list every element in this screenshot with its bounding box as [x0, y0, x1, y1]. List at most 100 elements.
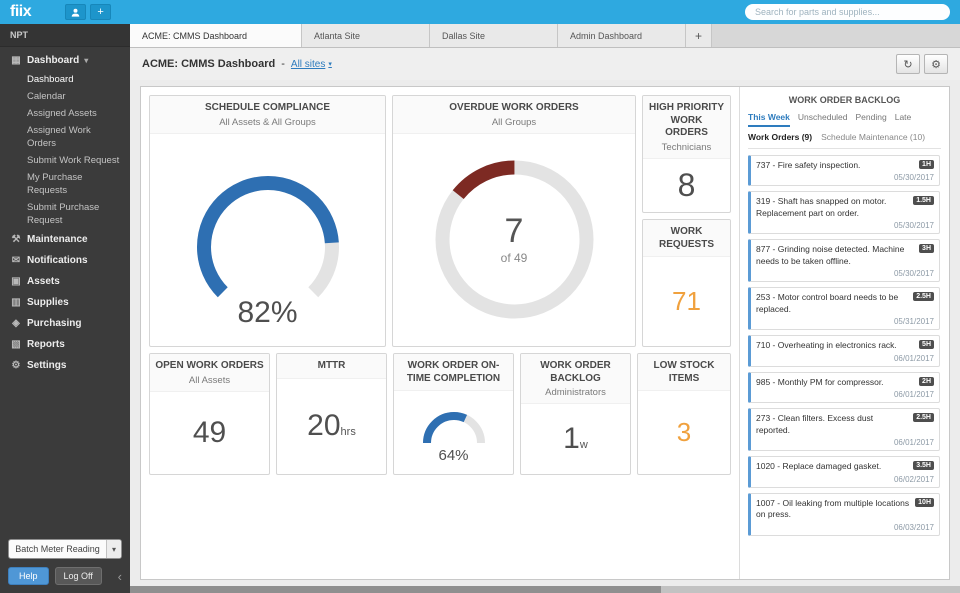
widget-high-priority-work-orders[interactable]: HIGH PRIORITY WORK ORDERS Technicians 8 — [642, 95, 731, 213]
ontime-value: 64% — [394, 447, 513, 464]
widget-work-order-backlog[interactable]: WORK ORDER BACKLOG Administrators 1w — [520, 353, 631, 475]
low-stock-value: 3 — [677, 417, 691, 448]
sidebar-item-label: Settings — [27, 360, 66, 371]
tab-admin-dashboard[interactable]: Admin Dashboard — [558, 24, 686, 47]
scrollbar-thumb[interactable] — [130, 586, 661, 593]
sidebar-subitem-assigned-work-orders[interactable]: Assigned Work Orders — [0, 122, 130, 152]
widget-header: MTTR — [277, 354, 386, 379]
work-order-item[interactable]: 1020 - Replace damaged gasket.3.5H 06/02… — [748, 456, 940, 487]
gauge-value: 82% — [150, 296, 385, 330]
sidebar-subitem-submit-work-request[interactable]: Submit Work Request — [0, 152, 130, 169]
sidebar-item-assets[interactable]: ▣ Assets — [0, 271, 130, 292]
backlog-tab-pending[interactable]: Pending — [856, 112, 887, 127]
estimated-hours-badge: 3H — [919, 244, 934, 253]
widget-subtitle: All Groups — [398, 117, 630, 128]
widget-work-requests[interactable]: WORK REQUESTS 71 — [642, 219, 731, 347]
user-icon — [71, 8, 80, 17]
dashboard-settings-button[interactable]: ⚙ — [924, 54, 948, 74]
widget-title: HIGH PRIORITY WORK ORDERS — [648, 102, 725, 140]
add-new-button[interactable]: + — [90, 4, 111, 20]
gear-icon: ⚙ — [10, 360, 22, 371]
add-tab-button[interactable]: + — [686, 24, 712, 47]
widget-overdue-work-orders[interactable]: OVERDUE WORK ORDERS All Groups 7 — [392, 95, 636, 347]
widget-schedule-compliance[interactable]: SCHEDULE COMPLIANCE All Assets & All Gro… — [149, 95, 386, 347]
sidebar-item-supplies[interactable]: ▥ Supplies — [0, 292, 130, 313]
subtab-schedule-maintenance[interactable]: Schedule Maintenance (10) — [821, 132, 925, 142]
all-sites-label: All sites — [291, 59, 325, 70]
widget-subtitle: Administrators — [526, 387, 625, 398]
sidebar-subitem-assigned-assets[interactable]: Assigned Assets — [0, 105, 130, 122]
sidebar-item-dashboard[interactable]: ▦ Dashboard ▾ — [0, 50, 130, 71]
sidebar-item-maintenance[interactable]: ⚒ Maintenance — [0, 229, 130, 250]
search-input[interactable] — [745, 4, 950, 20]
work-order-date: 06/01/2017 — [756, 354, 934, 363]
backlog-tab-late[interactable]: Late — [895, 112, 912, 127]
sidebar-subitem-submit-purchase-request[interactable]: Submit Purchase Request — [0, 199, 130, 229]
work-order-date: 05/30/2017 — [756, 269, 934, 278]
refresh-button[interactable]: ↻ — [896, 54, 920, 74]
mttr-unit: hrs — [341, 426, 356, 438]
high-priority-value: 8 — [678, 167, 696, 204]
user-menu-button[interactable] — [65, 4, 86, 20]
widget-header: WORK REQUESTS — [643, 220, 730, 257]
work-order-item[interactable]: 253 - Motor control board needs to be re… — [748, 287, 940, 330]
tab-acme-cmms-dashboard[interactable]: ACME: CMMS Dashboard — [130, 24, 302, 47]
widget-ontime-completion[interactable]: WORK ORDER ON-TIME COMPLETION 64% — [393, 353, 514, 475]
sidebar-item-label: Supplies — [27, 297, 69, 308]
cart-icon: ◈ — [10, 318, 22, 329]
app-logo[interactable]: fiix — [10, 3, 31, 21]
work-order-item[interactable]: 710 - Overheating in electronics rack.5H… — [748, 335, 940, 366]
subtab-work-orders[interactable]: Work Orders (9) — [748, 132, 812, 142]
dashboard-submenu: Dashboard Calendar Assigned Assets Assig… — [0, 71, 130, 229]
work-order-item[interactable]: 985 - Monthly PM for compressor.2H 06/01… — [748, 372, 940, 403]
work-order-item[interactable]: 319 - Shaft has snapped on motor. Replac… — [748, 191, 940, 234]
work-order-item[interactable]: 1007 - Oil leaking from multiple locatio… — [748, 493, 940, 536]
work-order-item[interactable]: 877 - Grinding noise detected. Machine n… — [748, 239, 940, 282]
widget-open-work-orders[interactable]: OPEN WORK ORDERS All Assets 49 — [149, 353, 270, 475]
work-order-text: 877 - Grinding noise detected. Machine n… — [756, 244, 915, 267]
widget-body: 20hrs — [277, 379, 386, 475]
wrench-icon: ⚒ — [10, 234, 22, 245]
backlog-subtabs: Work Orders (9) Schedule Maintenance (10… — [748, 127, 941, 149]
sidebar-item-purchasing[interactable]: ◈ Purchasing — [0, 313, 130, 334]
plus-icon: + — [97, 7, 103, 18]
backlog-value: 1w — [563, 422, 588, 456]
tab-atlanta-site[interactable]: Atlanta Site — [302, 24, 430, 47]
work-order-item[interactable]: 273 - Clean filters. Excess dust reporte… — [748, 408, 940, 451]
work-order-date: 06/01/2017 — [756, 438, 934, 447]
dashboard-wrapper: SCHEDULE COMPLIANCE All Assets & All Gro… — [130, 80, 960, 586]
sidebar-subitem-calendar[interactable]: Calendar — [0, 88, 130, 105]
batch-meter-reading-button[interactable]: Batch Meter Reading ▾ — [8, 539, 122, 559]
help-button[interactable]: Help — [8, 567, 49, 585]
collapse-sidebar-button[interactable]: ‹ — [118, 569, 122, 584]
open-work-orders-value: 49 — [193, 416, 226, 450]
all-sites-dropdown[interactable]: All sites ▾ — [291, 59, 332, 70]
dashboard-panel: SCHEDULE COMPLIANCE All Assets & All Gro… — [140, 86, 950, 580]
widget-low-stock-items[interactable]: LOW STOCK ITEMS 3 — [637, 353, 731, 475]
work-order-list[interactable]: 737 - Fire safety inspection.1H 05/30/20… — [748, 155, 941, 575]
backlog-tab-unscheduled[interactable]: Unscheduled — [798, 112, 848, 127]
estimated-hours-badge: 10H — [915, 498, 934, 507]
widget-body: 49 — [150, 392, 269, 475]
title-bar: ACME: CMMS Dashboard - All sites ▾ ↻ ⚙ — [130, 48, 960, 80]
work-order-item[interactable]: 737 - Fire safety inspection.1H 05/30/20… — [748, 155, 940, 186]
widget-mttr[interactable]: MTTR 20hrs — [276, 353, 387, 475]
widget-title: OPEN WORK ORDERS — [155, 360, 264, 373]
work-order-date: 06/01/2017 — [756, 390, 934, 399]
widget-title: WORK REQUESTS — [648, 226, 725, 251]
widget-subtitle: All Assets — [155, 375, 264, 386]
small-gauge-chart — [414, 402, 494, 450]
sidebar-subitem-my-purchase-requests[interactable]: My Purchase Requests — [0, 169, 130, 199]
horizontal-scrollbar[interactable] — [130, 586, 960, 593]
widget-header: WORK ORDER ON-TIME COMPLETION — [394, 354, 513, 391]
tab-dallas-site[interactable]: Dallas Site — [430, 24, 558, 47]
widget-header: OVERDUE WORK ORDERS All Groups — [393, 96, 635, 134]
sidebar-subitem-dashboard[interactable]: Dashboard — [0, 71, 130, 88]
chevron-down-icon: ▾ — [84, 56, 88, 65]
backlog-tab-this-week[interactable]: This Week — [748, 112, 790, 127]
logoff-button[interactable]: Log Off — [55, 567, 102, 585]
sidebar-item-settings[interactable]: ⚙ Settings — [0, 355, 130, 376]
sidebar-item-notifications[interactable]: ✉ Notifications — [0, 250, 130, 271]
sidebar-item-reports[interactable]: ▧ Reports — [0, 334, 130, 355]
page-title: ACME: CMMS Dashboard — [142, 58, 275, 70]
